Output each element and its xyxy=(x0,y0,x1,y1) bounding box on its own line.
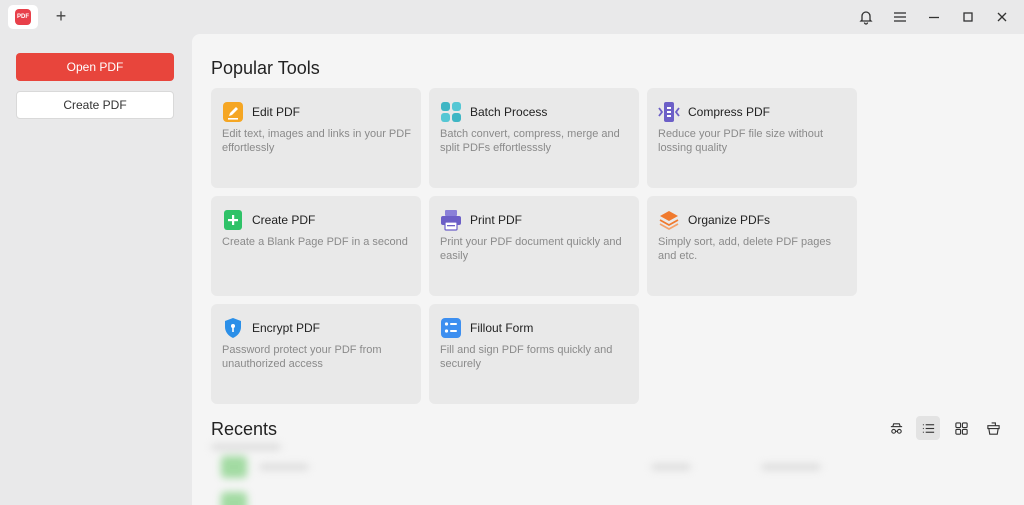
tool-description: Reduce your PDF file size without lossin… xyxy=(658,128,824,154)
popular-tools-heading: Popular Tools xyxy=(211,58,320,78)
tool-card-organize-pdfs[interactable]: Organize PDFs Simply sort, add, delete P… xyxy=(647,196,857,296)
minimize-icon[interactable] xyxy=(925,8,943,26)
edit-icon xyxy=(222,101,244,123)
file-thumbnail xyxy=(221,492,247,505)
tool-title: Encrypt PDF xyxy=(252,321,321,335)
file-name-placeholder xyxy=(259,464,309,470)
tool-card-fillout-form[interactable]: Fillout Form Fill and sign PDF forms qui… xyxy=(429,304,639,404)
close-icon[interactable] xyxy=(993,8,1011,26)
organize-icon xyxy=(658,209,680,231)
main-panel: Popular Tools Edit PDF Edit text, images… xyxy=(192,34,1024,505)
file-date-placeholder xyxy=(651,464,691,470)
create-icon xyxy=(222,209,244,231)
sidebar: Open PDF Create PDF xyxy=(0,34,192,505)
menu-icon[interactable] xyxy=(891,8,909,26)
shield-icon xyxy=(222,317,244,339)
filter-icon[interactable] xyxy=(884,416,908,440)
maximize-icon[interactable] xyxy=(959,8,977,26)
tool-title: Batch Process xyxy=(470,105,548,119)
compress-icon xyxy=(658,101,680,123)
create-pdf-button[interactable]: Create PDF xyxy=(16,91,174,119)
batch-icon xyxy=(440,101,462,123)
tool-description: Fill and sign PDF forms quickly and secu… xyxy=(440,344,613,370)
bell-icon[interactable] xyxy=(857,8,875,26)
open-pdf-button[interactable]: Open PDF xyxy=(16,53,174,81)
tool-card-batch-process[interactable]: Batch Process Batch convert, compress, m… xyxy=(429,88,639,188)
grid-view-icon[interactable] xyxy=(949,416,973,440)
form-icon xyxy=(440,317,462,339)
tool-card-edit-pdf[interactable]: Edit PDF Edit text, images and links in … xyxy=(211,88,421,188)
tool-title: Create PDF xyxy=(252,213,316,227)
tool-description: Batch convert, compress, merge and split… xyxy=(440,128,620,154)
tool-card-encrypt-pdf[interactable]: Encrypt PDF Password protect your PDF fr… xyxy=(211,304,421,404)
tool-description: Edit text, images and links in your PDF … xyxy=(222,128,411,154)
tool-card-create-pdf[interactable]: Create PDF Create a Blank Page PDF in a … xyxy=(211,196,421,296)
list-view-icon[interactable] xyxy=(916,416,940,440)
clear-icon[interactable] xyxy=(981,416,1005,440)
new-tab-button[interactable]: + xyxy=(52,6,70,26)
tool-title: Compress PDF xyxy=(688,105,771,119)
tool-description: Simply sort, add, delete PDF pages and e… xyxy=(658,236,832,262)
tool-description: Password protect your PDF from unauthori… xyxy=(222,344,382,370)
tool-title: Print PDF xyxy=(470,213,523,227)
title-bar: PDF + xyxy=(0,0,1024,34)
tool-title: Edit PDF xyxy=(252,105,301,119)
file-thumbnail xyxy=(221,456,247,478)
app-logo-glyph: PDF xyxy=(15,9,31,25)
file-size-placeholder xyxy=(761,464,821,470)
tool-title: Fillout Form xyxy=(470,321,534,335)
tool-description: Print your PDF document quickly and easi… xyxy=(440,236,622,262)
blurred-header xyxy=(211,444,281,450)
tool-card-print-pdf[interactable]: Print PDF Print your PDF document quickl… xyxy=(429,196,639,296)
recents-heading: Recents xyxy=(211,419,278,439)
tool-title: Organize PDFs xyxy=(688,213,771,227)
tool-card-compress-pdf[interactable]: Compress PDF Reduce your PDF file size w… xyxy=(647,88,857,188)
print-icon xyxy=(440,209,462,231)
recents-list[interactable] xyxy=(211,444,1001,505)
tool-description: Create a Blank Page PDF in a second xyxy=(222,236,408,248)
app-logo[interactable]: PDF xyxy=(8,5,38,29)
